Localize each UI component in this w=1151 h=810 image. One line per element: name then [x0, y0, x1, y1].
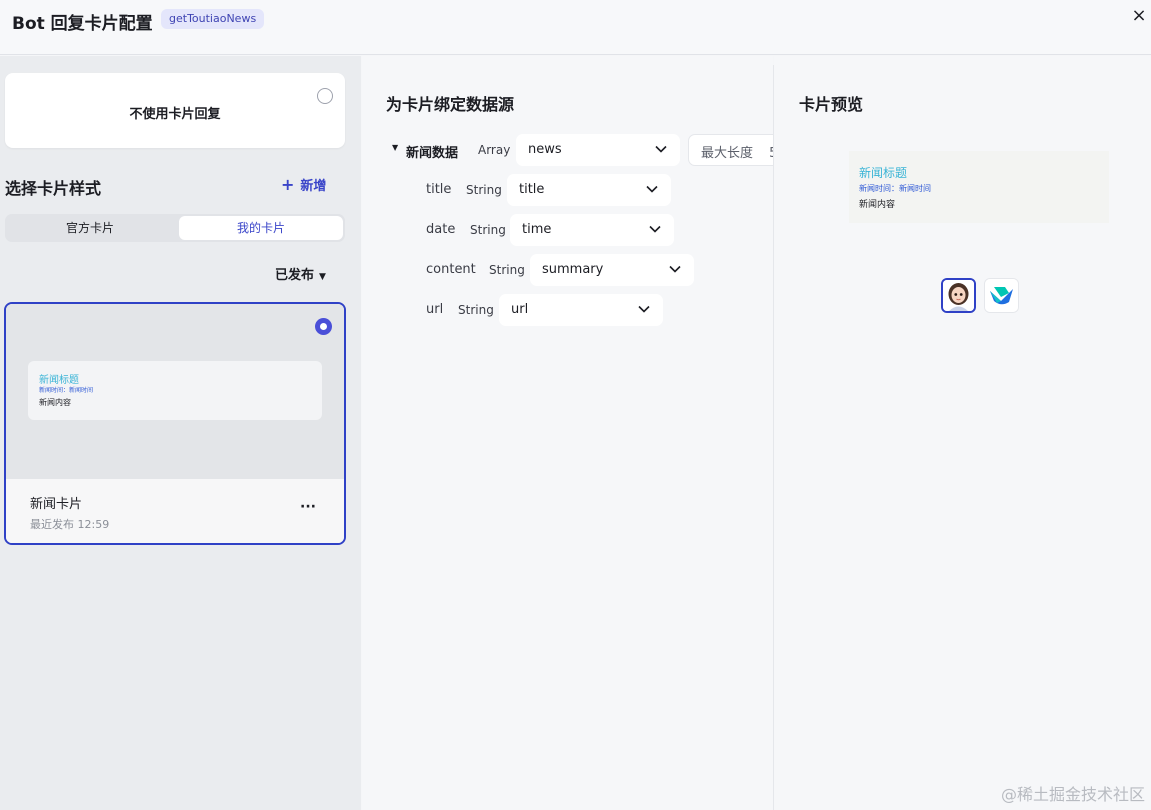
chevron-down-icon	[638, 305, 650, 313]
field-type: String	[489, 263, 525, 277]
chevron-down-icon	[669, 265, 681, 273]
card-style-panel: 不使用卡片回复 选择卡片样式 + 新增 官方卡片 我的卡片 已发布 ▼ 新闻标题 新…	[0, 56, 361, 810]
status-filter-label: 已发布	[275, 268, 315, 283]
card-name: 新闻卡片	[30, 497, 83, 512]
close-icon[interactable]: ×	[1129, 5, 1149, 27]
binding-row: date String time	[426, 214, 746, 246]
field-source-select[interactable]: time	[510, 214, 674, 246]
plugin-tag: getToutiaoNews	[161, 9, 265, 29]
field-key: 新闻数据	[406, 146, 459, 161]
field-source-value: time	[522, 222, 552, 237]
chevron-down-icon	[646, 185, 658, 193]
card-footer: 新闻卡片 最近发布 12:59 ···	[6, 479, 344, 543]
no-card-option[interactable]: 不使用卡片回复	[5, 73, 345, 148]
card-thumbnail: 新闻标题 新闻时间：新闻时间 新闻内容	[6, 304, 344, 479]
avatar-icon[interactable]	[941, 278, 976, 313]
binding-title: 为卡片绑定数据源	[386, 95, 515, 114]
more-options-icon[interactable]: ···	[300, 499, 316, 515]
add-card-button[interactable]: + 新增	[281, 175, 326, 194]
binding-row: url String url	[426, 294, 746, 326]
preview-title: 卡片预览	[799, 95, 864, 114]
preview-news-title: 新闻标题	[859, 166, 908, 180]
plus-icon: +	[281, 175, 295, 194]
binding-row: title String title	[426, 174, 746, 206]
tab-official-cards[interactable]: 官方卡片	[8, 216, 172, 240]
no-card-label: 不使用卡片回复	[129, 107, 221, 122]
tab-my-cards[interactable]: 我的卡片	[179, 216, 343, 240]
chevron-down-icon	[649, 225, 661, 233]
page-title: Bot 回复卡片配置	[12, 14, 153, 34]
field-type: String	[466, 183, 502, 197]
no-card-radio[interactable]	[317, 88, 333, 104]
chevron-down-icon	[655, 145, 667, 153]
preview-news-time: 新闻时间：新闻时间	[859, 184, 931, 193]
field-type: String	[458, 303, 494, 317]
avatar-image	[943, 280, 974, 311]
preview-news-body: 新闻内容	[859, 200, 896, 210]
add-card-label: 新增	[300, 179, 327, 194]
watermark: @稀土掘金技术社区	[1000, 785, 1145, 804]
section-title: 选择卡片样式	[5, 179, 102, 198]
field-source-select[interactable]: summary	[530, 254, 694, 286]
collapse-caret-icon[interactable]: ▼	[392, 143, 398, 152]
field-source-value: summary	[542, 262, 604, 277]
binding-row: content String summary	[426, 254, 766, 286]
field-source-select[interactable]: title	[507, 174, 671, 206]
card-tabs: 官方卡片 我的卡片	[5, 214, 345, 242]
field-type: Array	[478, 143, 511, 157]
thumb-news-body: 新闻内容	[39, 398, 71, 407]
field-source-value: news	[528, 142, 562, 157]
card-selected-radio[interactable]	[315, 318, 332, 335]
field-source-value: url	[511, 302, 529, 317]
field-source-select[interactable]: news	[516, 134, 680, 166]
thumb-news-time: 新闻时间：新闻时间	[39, 387, 94, 394]
thumb-news-title: 新闻标题	[39, 375, 79, 386]
card-preview-panel: 卡片预览 新闻标题 新闻时间：新闻时间 新闻内容	[774, 56, 1151, 810]
caret-down-icon: ▼	[319, 272, 326, 282]
field-source-select[interactable]: url	[499, 294, 663, 326]
field-type: String	[470, 223, 506, 237]
field-key: content	[426, 262, 476, 277]
feishu-logo-image	[985, 279, 1018, 312]
card-item[interactable]: 新闻标题 新闻时间：新闻时间 新闻内容 新闻卡片 最近发布 12:59 ···	[4, 302, 346, 545]
feishu-logo-icon[interactable]	[984, 278, 1019, 313]
binding-row-root: ▼ 新闻数据 Array news 最大长度 5	[392, 134, 773, 166]
header: Bot 回复卡片配置 getToutiaoNews ×	[0, 0, 1151, 55]
card-publish-time: 最近发布 12:59	[30, 518, 110, 531]
max-length-label: 最大长度	[701, 146, 754, 161]
max-length-field[interactable]: 最大长度 5	[688, 134, 773, 166]
field-key: url	[426, 302, 444, 317]
card-preview: 新闻标题 新闻时间：新闻时间 新闻内容	[849, 151, 1109, 223]
field-source-value: title	[519, 182, 545, 197]
data-binding-panel: 为卡片绑定数据源 ▼ 新闻数据 Array news 最大长度 5 title …	[362, 56, 773, 810]
card-thumbnail-content: 新闻标题 新闻时间：新闻时间 新闻内容	[28, 361, 322, 420]
status-filter-dropdown[interactable]: 已发布 ▼	[275, 264, 326, 283]
field-key: date	[426, 222, 456, 237]
field-key: title	[426, 182, 452, 197]
